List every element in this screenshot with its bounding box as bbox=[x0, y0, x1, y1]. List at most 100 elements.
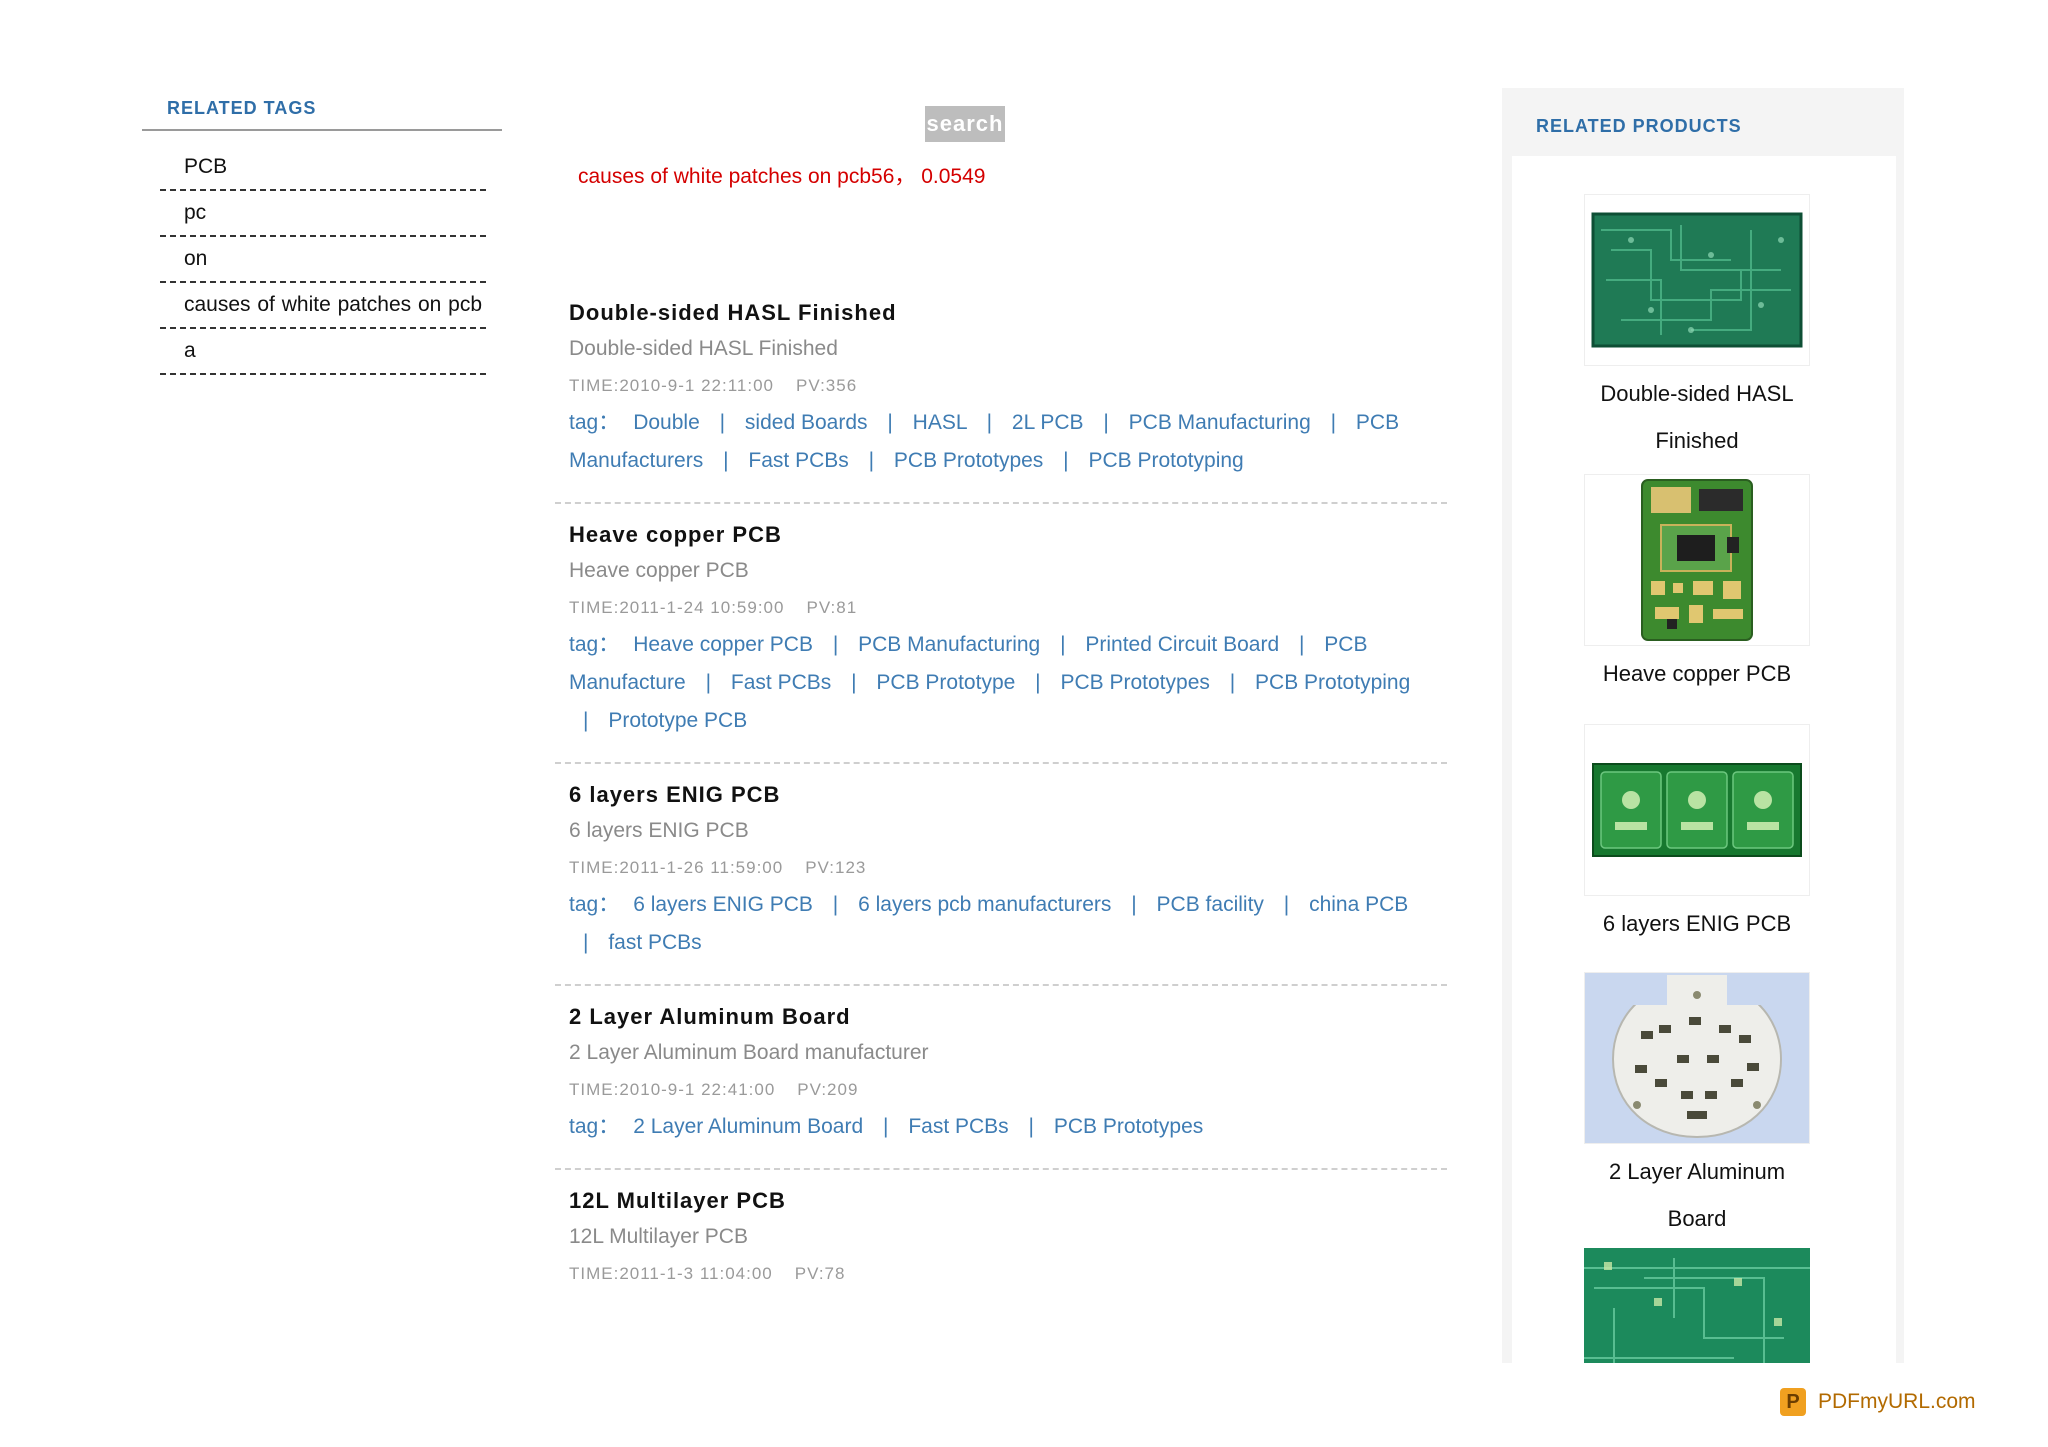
article-tag-link[interactable]: PCB facility bbox=[1157, 893, 1264, 916]
article-tag-link[interactable]: Prototype PCB bbox=[608, 709, 747, 732]
article-tag-link[interactable]: china PCB bbox=[1309, 893, 1408, 916]
tag-separator: | bbox=[583, 709, 589, 732]
search-result-separator: ， bbox=[894, 165, 916, 188]
search-button[interactable]: search bbox=[925, 106, 1005, 142]
article-list: Double-sided HASL Finished Double-sided H… bbox=[555, 282, 1447, 1314]
related-tag-item[interactable]: on bbox=[160, 237, 486, 283]
tag-separator: | bbox=[1035, 671, 1041, 694]
tag-separator: | bbox=[1229, 671, 1236, 694]
article-tag-link[interactable]: fast PCBs bbox=[608, 931, 701, 954]
tag-separator: | bbox=[583, 931, 589, 954]
article-tag-link[interactable]: Printed Circuit Board bbox=[1085, 633, 1279, 656]
article-item: Double-sided HASL Finished Double-sided H… bbox=[555, 282, 1447, 504]
product-name[interactable]: Heave copper PCB bbox=[1584, 650, 1810, 697]
related-tag-item[interactable]: a bbox=[160, 329, 486, 375]
article-title[interactable]: 6 layers ENIG PCB bbox=[569, 778, 1433, 812]
article-tag-link[interactable]: Fast PCBs bbox=[731, 671, 831, 694]
article-meta: TIME:2011-1-3 11:04:00 PV:78 bbox=[569, 1256, 1433, 1292]
pdfmyurl-logo-icon: P bbox=[1780, 1388, 1806, 1416]
article-tag-label: tag： bbox=[569, 1115, 620, 1138]
tag-separator: | bbox=[851, 671, 857, 694]
product-item[interactable]: 2 Layer Aluminum Board bbox=[1584, 972, 1810, 1242]
product-name[interactable]: 6 layers ENIG PCB bbox=[1584, 900, 1810, 947]
search-result-summary: causes of white patches on pcb56， 0.0549 bbox=[578, 160, 985, 190]
article-tag-link[interactable]: 6 layers ENIG PCB bbox=[633, 893, 813, 916]
pcb-board-triple-image[interactable] bbox=[1584, 724, 1810, 896]
pcb-multilayer-image[interactable] bbox=[1584, 1248, 1810, 1363]
article-tag-link[interactable]: Fast PCBs bbox=[908, 1115, 1008, 1138]
pcb-board-green-image[interactable] bbox=[1584, 194, 1810, 366]
search-result-query: causes of white patches on pcb56 bbox=[578, 165, 895, 188]
article-tag-label: tag： bbox=[569, 893, 620, 916]
article-item: Heave copper PCB Heave copper PCB TIME:201… bbox=[555, 504, 1447, 764]
related-tags-list: PCB pc on causes of white patches on pcb… bbox=[160, 145, 486, 375]
article-time: TIME:2010-9-1 22:41:00 bbox=[569, 1080, 776, 1099]
article-tag-link[interactable]: Heave copper PCB bbox=[633, 633, 813, 656]
article-tag-link[interactable]: PCB Prototyping bbox=[1088, 449, 1243, 472]
related-tag-item[interactable]: causes of white patches on pcb bbox=[160, 283, 486, 329]
related-tag-item[interactable]: PCB bbox=[160, 145, 486, 191]
article-tag-link[interactable]: 6 layers pcb manufacturers bbox=[858, 893, 1111, 916]
article-tag-link[interactable]: PCB Prototypes bbox=[1060, 671, 1209, 694]
tag-separator: | bbox=[868, 449, 875, 472]
article-description: 12L Multilayer PCB bbox=[569, 1225, 748, 1248]
article-tag-link[interactable]: 2 Layer Aluminum Board bbox=[633, 1115, 863, 1138]
tag-separator: | bbox=[986, 411, 993, 434]
article-time: TIME:2010-9-1 22:11:00 bbox=[569, 376, 775, 395]
article-description: 2 Layer Aluminum Board manufacturer bbox=[569, 1041, 929, 1064]
related-products-title: RELATED PRODUCTS bbox=[1536, 116, 1742, 136]
article-tag-link[interactable]: sided Boards bbox=[745, 411, 868, 434]
pdfmyurl-link[interactable]: PDFmyURL.com bbox=[1818, 1390, 1976, 1414]
article-item: 12L Multilayer PCB 12L Multilayer PCB TIME… bbox=[555, 1170, 1447, 1314]
article-pageviews: PV:356 bbox=[796, 376, 858, 395]
article-title[interactable]: 2 Layer Aluminum Board bbox=[569, 1000, 1433, 1034]
product-name[interactable]: 2 Layer Aluminum Board bbox=[1584, 1148, 1810, 1242]
product-item[interactable] bbox=[1584, 1248, 1810, 1363]
article-pageviews: PV:81 bbox=[806, 598, 858, 617]
tag-separator: | bbox=[1063, 449, 1069, 472]
product-item[interactable]: Heave copper PCB bbox=[1584, 474, 1810, 697]
article-meta: TIME:2011-1-24 10:59:00 PV:81 bbox=[569, 590, 1433, 626]
search-result-time: 0.0549 bbox=[921, 165, 986, 188]
article-tags: tag： 2 Layer Aluminum Board | Fast PCBs |… bbox=[569, 1108, 1433, 1146]
related-tag-item[interactable]: pc bbox=[160, 191, 486, 237]
article-pageviews: PV:123 bbox=[805, 858, 867, 877]
tag-separator: | bbox=[883, 1115, 889, 1138]
article-title[interactable]: 12L Multilayer PCB bbox=[569, 1184, 1433, 1218]
article-tag-label: tag： bbox=[569, 411, 620, 434]
aluminum-led-board-image[interactable] bbox=[1584, 972, 1810, 1144]
related-products-panel: RELATED PRODUCTS Double-sided HASL Finis… bbox=[1502, 88, 1904, 1363]
article-tags: tag： Heave copper PCB | PCB Manufacturing… bbox=[569, 626, 1433, 740]
article-tag-label: tag： bbox=[569, 633, 620, 656]
article-tag-link[interactable]: Double bbox=[633, 411, 700, 434]
tag-separator: | bbox=[1060, 633, 1066, 656]
pdfmyurl-badge[interactable]: P PDFmyURL.com bbox=[1780, 1388, 1976, 1416]
article-description: 6 layers ENIG PCB bbox=[569, 819, 749, 842]
product-item[interactable]: 6 layers ENIG PCB bbox=[1584, 724, 1810, 947]
article-tag-link[interactable]: HASL bbox=[913, 411, 967, 434]
pcb-board-phone-image[interactable] bbox=[1584, 474, 1810, 646]
article-tag-link[interactable]: PCB Prototypes bbox=[1054, 1115, 1203, 1138]
article-tag-link[interactable]: PCB Prototype bbox=[876, 671, 1015, 694]
article-time: TIME:2011-1-3 11:04:00 bbox=[569, 1264, 773, 1283]
article-tag-link[interactable]: 2L PCB bbox=[1012, 411, 1084, 434]
tag-separator: | bbox=[719, 411, 726, 434]
article-meta: TIME:2010-9-1 22:11:00 PV:356 bbox=[569, 368, 1433, 404]
tag-separator: | bbox=[832, 893, 839, 916]
article-tags: tag： Double | sided Boards | HASL | 2L PC… bbox=[569, 404, 1433, 480]
article-tag-link[interactable]: PCB Prototypes bbox=[894, 449, 1043, 472]
product-name[interactable]: Double-sided HASL Finished bbox=[1584, 370, 1810, 464]
tag-separator: | bbox=[887, 411, 893, 434]
tag-separator: | bbox=[1103, 411, 1109, 434]
article-tags: tag： 6 layers ENIG PCB | 6 layers pcb man… bbox=[569, 886, 1433, 962]
article-tag-link[interactable]: PCB Manufacturing bbox=[858, 633, 1040, 656]
related-tags-sidebar: RELATED TAGS PCB pc on causes of white p… bbox=[142, 98, 502, 375]
related-tags-title: RELATED TAGS bbox=[142, 98, 502, 131]
product-item[interactable]: Double-sided HASL Finished bbox=[1584, 194, 1810, 464]
article-tag-link[interactable]: Fast PCBs bbox=[748, 449, 848, 472]
article-title[interactable]: Double-sided HASL Finished bbox=[569, 296, 1433, 330]
article-title[interactable]: Heave copper PCB bbox=[569, 518, 1433, 552]
article-tag-link[interactable]: PCB Prototyping bbox=[1255, 671, 1410, 694]
article-tag-link[interactable]: PCB Manufacturing bbox=[1129, 411, 1311, 434]
article-pageviews: PV:78 bbox=[794, 1264, 846, 1283]
